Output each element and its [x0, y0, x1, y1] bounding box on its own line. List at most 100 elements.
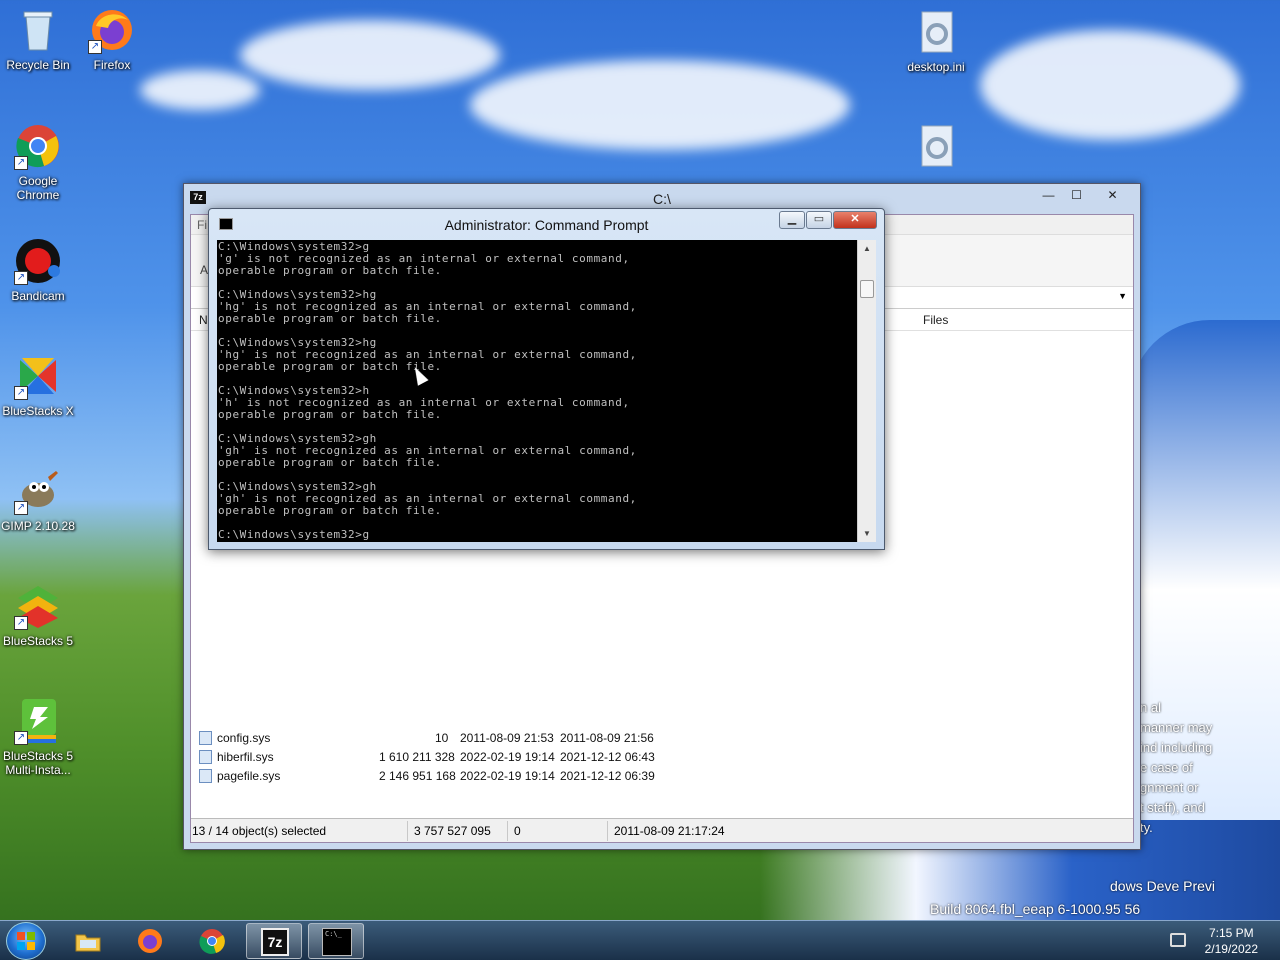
file-name: hiberfil.sys	[217, 750, 274, 764]
shortcut-arrow-icon: ↗	[14, 501, 28, 515]
file-name: config.sys	[217, 731, 271, 745]
file-modified: 2011-08-09 21:53	[460, 731, 554, 745]
shortcut-arrow-icon: ↗	[14, 156, 28, 170]
cmd-window[interactable]: Administrator: Command Prompt ▁ ▭ ✕ C:\W…	[208, 208, 885, 550]
desktop-icon-label: BlueStacks 5 Multi-Insta...	[2, 749, 74, 777]
system-file-icon	[199, 769, 212, 783]
status-total-size: 3 757 527 095	[414, 824, 491, 838]
desktop-icon-desktop-ini-2[interactable]	[898, 122, 974, 174]
watermark-overlay-line: ind including	[1140, 740, 1213, 755]
cloud	[140, 70, 260, 110]
shortcut-arrow-icon: ↗	[14, 271, 28, 285]
file-created: 2011-08-09 21:56	[560, 731, 654, 745]
taskbar-cmd[interactable]: C:\_	[308, 923, 364, 959]
desktop-icon-google-chrome[interactable]: ↗ Google Chrome	[0, 122, 76, 202]
status-divider	[507, 821, 508, 841]
watermark-overlay-line: ty.	[1140, 820, 1153, 835]
clock-date: 2/19/2022	[1204, 942, 1258, 956]
scroll-down-icon[interactable]: ▼	[858, 525, 876, 542]
desktop-icon-bluestacks-5[interactable]: ↗ BlueStacks 5	[0, 582, 76, 648]
close-button[interactable]: ✕	[1099, 186, 1126, 204]
desktop-icon-label: desktop.ini	[907, 60, 965, 74]
desktop-icon-recycle-bin[interactable]: Recycle Bin	[0, 6, 76, 72]
settings-file-icon	[912, 8, 960, 56]
shortcut-arrow-icon: ↗	[14, 386, 28, 400]
system-file-icon	[199, 731, 212, 745]
file-modified: 2022-02-19 19:14	[460, 769, 555, 783]
file-name: pagefile.sys	[217, 769, 281, 783]
sevenzip-statusbar: 13 / 14 object(s) selected 3 757 527 095…	[191, 818, 1133, 842]
watermark-overlay-line: t staff), and	[1140, 800, 1205, 815]
watermark-overlay-line: n al	[1140, 700, 1161, 715]
menu-file[interactable]: Fi	[197, 218, 207, 232]
column-header-files[interactable]: Files	[923, 313, 948, 327]
cmd-icon: C:\_	[322, 928, 352, 956]
desktop-icon-label: BlueStacks 5	[2, 634, 74, 648]
desktop-icon-bluestacks-x[interactable]: ↗ BlueStacks X	[0, 352, 76, 418]
file-created: 2021-12-12 06:39	[560, 769, 655, 783]
settings-file-icon	[912, 122, 960, 170]
watermark-overlay-line: gnment or	[1140, 780, 1199, 795]
taskbar-chrome[interactable]	[184, 923, 240, 959]
maximize-button[interactable]: ▭	[806, 211, 832, 229]
desktop-icon-desktop-ini[interactable]: desktop.ini	[898, 8, 974, 74]
table-row[interactable]: config.sys 10 2011-08-09 21:53 2011-08-0…	[199, 729, 699, 748]
recycle-bin-icon	[14, 6, 62, 54]
sevenzip-title: C:\	[653, 191, 671, 207]
status-divider	[607, 821, 608, 841]
file-explorer-icon	[75, 934, 101, 952]
file-created: 2021-12-12 06:43	[560, 750, 655, 764]
console-output-area[interactable]: C:\Windows\system32>g 'g' is not recogni…	[217, 240, 857, 542]
minimize-button[interactable]: ▁	[779, 211, 805, 229]
desktop-icon-firefox[interactable]: ↗ Firefox	[74, 6, 150, 72]
taskbar-7zip[interactable]: 7z	[246, 923, 302, 959]
start-orb-icon[interactable]	[6, 922, 46, 960]
gimp-icon: ↗	[14, 467, 62, 515]
desktop-icon-bluestacks-multi-instance[interactable]: ↗ BlueStacks 5 Multi-Insta...	[0, 697, 76, 777]
table-row[interactable]: hiberfil.sys 1 610 211 328 2022-02-19 19…	[199, 748, 699, 767]
column-header-name[interactable]: N	[199, 313, 208, 327]
clock-time: 7:15 PM	[1208, 926, 1254, 940]
firefox-icon	[138, 929, 162, 953]
desktop-icon-label: BlueStacks X	[2, 404, 74, 418]
status-selected-size: 0	[514, 824, 521, 838]
vertical-scrollbar[interactable]: ▲ ▼	[857, 240, 876, 542]
scroll-up-icon[interactable]: ▲	[858, 240, 876, 257]
bandicam-icon: ↗	[14, 237, 62, 285]
watermark-overlay-line: manner may	[1140, 720, 1213, 735]
minimize-button[interactable]: —	[1035, 186, 1062, 204]
maximize-button[interactable]: ☐	[1063, 186, 1090, 204]
cloud	[470, 60, 850, 150]
network-icon[interactable]	[1170, 933, 1186, 947]
shortcut-arrow-icon: ↗	[88, 40, 102, 54]
cloud	[240, 20, 500, 90]
taskbar-file-explorer[interactable]	[60, 923, 116, 959]
chrome-icon: ↗	[14, 122, 62, 170]
taskbar-firefox[interactable]	[122, 923, 178, 959]
desktop-icon-label: Google Chrome	[16, 174, 60, 202]
chevron-down-icon[interactable]: ▼	[1118, 291, 1127, 301]
watermark-overlay-line: e case of	[1140, 760, 1193, 775]
file-size: 2 146 951 168	[379, 769, 456, 783]
desktop-icon-gimp[interactable]: ↗ GIMP 2.10.28	[0, 467, 76, 533]
firefox-icon: ↗	[88, 6, 136, 54]
status-divider	[407, 821, 408, 841]
bluestacks-multi-icon: ↗	[14, 697, 62, 745]
toolbar-add-label[interactable]: A	[200, 263, 208, 277]
taskbar-clock[interactable]: 7:15 PM 2/19/2022	[1205, 925, 1258, 957]
chrome-icon	[199, 929, 225, 954]
windows-watermark-line2: Build 8064.fbl_eeap 6-1000.95 56	[930, 901, 1141, 917]
file-size: 10	[435, 731, 449, 745]
scrollbar-thumb[interactable]	[860, 280, 874, 298]
shortcut-arrow-icon: ↗	[14, 616, 28, 630]
status-selected: 13 / 14 object(s) selected	[192, 824, 327, 838]
close-button[interactable]: ✕	[833, 211, 877, 229]
console-text: C:\Windows\system32>g 'g' is not recogni…	[218, 240, 637, 541]
table-row[interactable]: pagefile.sys 2 146 951 168 2022-02-19 19…	[199, 767, 699, 786]
shortcut-arrow-icon: ↗	[14, 731, 28, 745]
desktop-icon-bandicam[interactable]: ↗ Bandicam	[0, 237, 76, 303]
file-size: 1 610 211 328	[379, 750, 455, 764]
status-date: 2011-08-09 21:17:24	[614, 824, 725, 838]
desktop-icon-label: Firefox	[93, 58, 131, 72]
desktop-icon-label: Recycle Bin	[6, 58, 70, 72]
